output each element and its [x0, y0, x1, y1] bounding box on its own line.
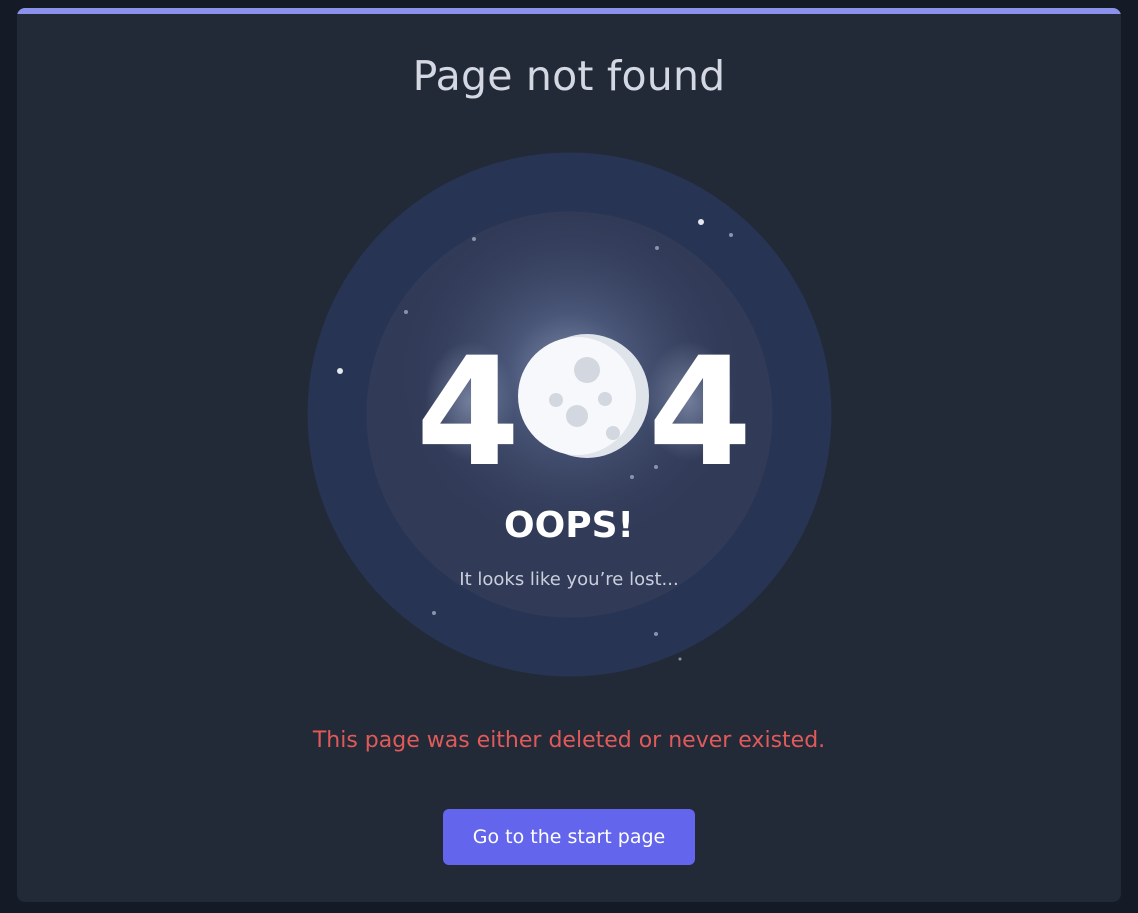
not-found-card: Page not found 4 4 OOPS! It looks like y…: [17, 8, 1121, 902]
star: [404, 310, 408, 314]
oops-heading: OOPS!: [504, 505, 634, 546]
star: [698, 219, 704, 225]
star: [729, 233, 733, 237]
card-accent-bar: [17, 8, 1121, 14]
go-to-start-page-button[interactable]: Go to the start page: [443, 809, 695, 865]
star: [654, 632, 658, 636]
star: [432, 611, 436, 615]
error-message: This page was either deleted or never ex…: [312, 728, 826, 753]
moon-icon: [518, 334, 649, 458]
star: [678, 657, 682, 661]
star: [337, 368, 343, 374]
digit-right: 4: [648, 326, 752, 500]
star: [655, 246, 659, 250]
star: [472, 237, 476, 241]
lost-in-space-illustration: 4 4: [307, 152, 832, 677]
page-title: Page not found: [412, 52, 726, 100]
lost-subtext: It looks like you’re lost...: [459, 569, 679, 590]
star: [630, 475, 634, 479]
digit-left: 4: [416, 326, 520, 500]
